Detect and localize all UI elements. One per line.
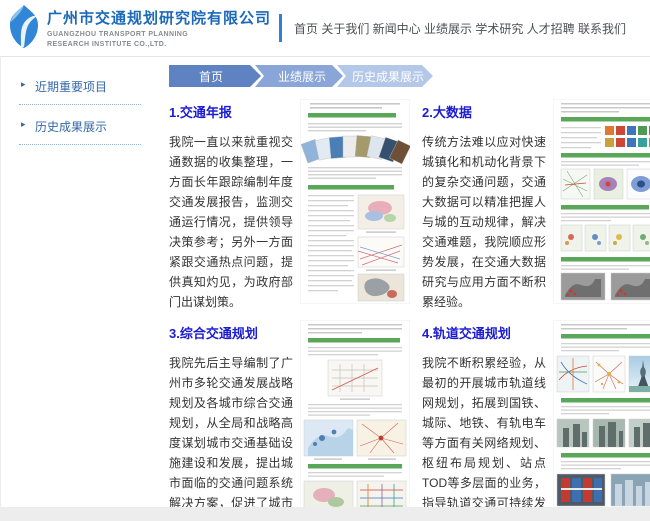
section-big-data: 2.大数据 传统方法难以应对快速城镇化和机动化背景下的复杂交通问题，交通大数据可…: [422, 99, 650, 312]
section-text: 1.交通年报 我院一直以来就重视交通数据的收集整理，一方面长年跟踪编制年度交通发…: [169, 99, 293, 312]
company-name-zh: 广州市交通规划研究院有限公司: [47, 7, 271, 28]
nav-item-home[interactable]: 首页: [294, 20, 318, 37]
site-header: 广州市交通规划研究院有限公司 GUANGZHOU TRANSPORT PLANN…: [0, 0, 650, 56]
section-traffic-annual-report: 1.交通年报 我院一直以来就重视交通数据的收集整理，一方面长年跟踪编制年度交通发…: [169, 99, 410, 312]
figure-rail-transit-thumbnail[interactable]: [553, 320, 650, 521]
triangle-bullet-icon: ▸: [21, 79, 26, 90]
breadcrumb-achievements[interactable]: 业绩展示: [255, 65, 343, 87]
sidebar-item-history-achievements[interactable]: ▸ 历史成果展示: [19, 111, 141, 145]
section-body: 传统方法难以应对快速城镇化和机动化背景下的复杂交通问题，交通大数据可以精准把握人…: [422, 132, 546, 312]
section-title: 4.轨道交通规划: [422, 323, 546, 342]
figure-annual-report-thumbnail[interactable]: [300, 99, 410, 312]
nav-item-contact[interactable]: 联系我们: [578, 20, 626, 37]
company-name-en: GUANGZHOU TRANSPORT PLANNING RESEARCH IN…: [47, 30, 271, 48]
sections-grid: 1.交通年报 我院一直以来就重视交通数据的收集整理，一方面长年跟踪编制年度交通发…: [169, 99, 650, 521]
page: 广州市交通规划研究院有限公司 GUANGZHOU TRANSPORT PLANN…: [0, 0, 650, 521]
section-title: 1.交通年报: [169, 102, 293, 121]
main-nav: 首页 关于我们 新闻中心 业绩展示 学术研究 人才招聘 联系我们: [294, 20, 640, 37]
sidebar: ▸ 近期重要项目 ▸ 历史成果展示: [1, 57, 157, 507]
footer-strip: [0, 507, 650, 521]
header-divider-tick: [279, 14, 282, 42]
breadcrumb-history-achievements[interactable]: 历史成果展示: [337, 65, 433, 87]
breadcrumb-home[interactable]: 首页: [169, 65, 261, 87]
nav-item-research[interactable]: 学术研究: [475, 20, 523, 37]
section-body: 我院不断积累经验，从最初的开展城市轨道线网规划，拓展到国铁、城际、地铁、有轨电车…: [422, 353, 546, 521]
section-text: 4.轨道交通规划 我院不断积累经验，从最初的开展城市轨道线网规划，拓展到国铁、城…: [422, 320, 546, 521]
nav-item-careers[interactable]: 人才招聘: [527, 20, 575, 37]
nav-item-news[interactable]: 新闻中心: [373, 20, 421, 37]
company-name-block: 广州市交通规划研究院有限公司 GUANGZHOU TRANSPORT PLANN…: [47, 7, 271, 48]
breadcrumb: 首页 业绩展示 历史成果展示: [169, 65, 650, 87]
nav-item-about[interactable]: 关于我们: [321, 20, 369, 37]
section-text: 3.综合交通规划 我院先后主导编制了广州市多轮交通发展战略规划及各城市综合交通规…: [169, 320, 293, 521]
section-body: 我院先后主导编制了广州市多轮交通发展战略规划及各城市综合交通规划，从全局和战略高…: [169, 353, 293, 521]
section-comprehensive-transport-planning: 3.综合交通规划 我院先后主导编制了广州市多轮交通发展战略规划及各城市综合交通规…: [169, 320, 410, 521]
section-title: 3.综合交通规划: [169, 323, 293, 342]
sidebar-item-recent-projects[interactable]: ▸ 近期重要项目: [19, 71, 141, 105]
figure-big-data-thumbnail[interactable]: [553, 99, 650, 312]
figure-comprehensive-plan-thumbnail[interactable]: [300, 320, 410, 521]
section-rail-transit-planning: 4.轨道交通规划 我院不断积累经验，从最初的开展城市轨道线网规划，拓展到国铁、城…: [422, 320, 650, 521]
section-title: 2.大数据: [422, 102, 546, 121]
content-area: ▸ 近期重要项目 ▸ 历史成果展示 首页 业绩展示 历史成果展示 1.交通年报: [0, 56, 650, 507]
section-body: 我院一直以来就重视交通数据的收集整理，一方面长年跟踪编制年度交通发展报告，监测交…: [169, 132, 293, 312]
section-text: 2.大数据 传统方法难以应对快速城镇化和机动化背景下的复杂交通问题，交通大数据可…: [422, 99, 546, 312]
main-panel: 首页 业绩展示 历史成果展示 1.交通年报 我院一直以来就重视交通数据的收集整理…: [157, 57, 650, 507]
triangle-bullet-icon: ▸: [21, 119, 26, 130]
company-logo-icon[interactable]: [8, 3, 40, 54]
nav-item-achievements[interactable]: 业绩展示: [424, 20, 472, 37]
